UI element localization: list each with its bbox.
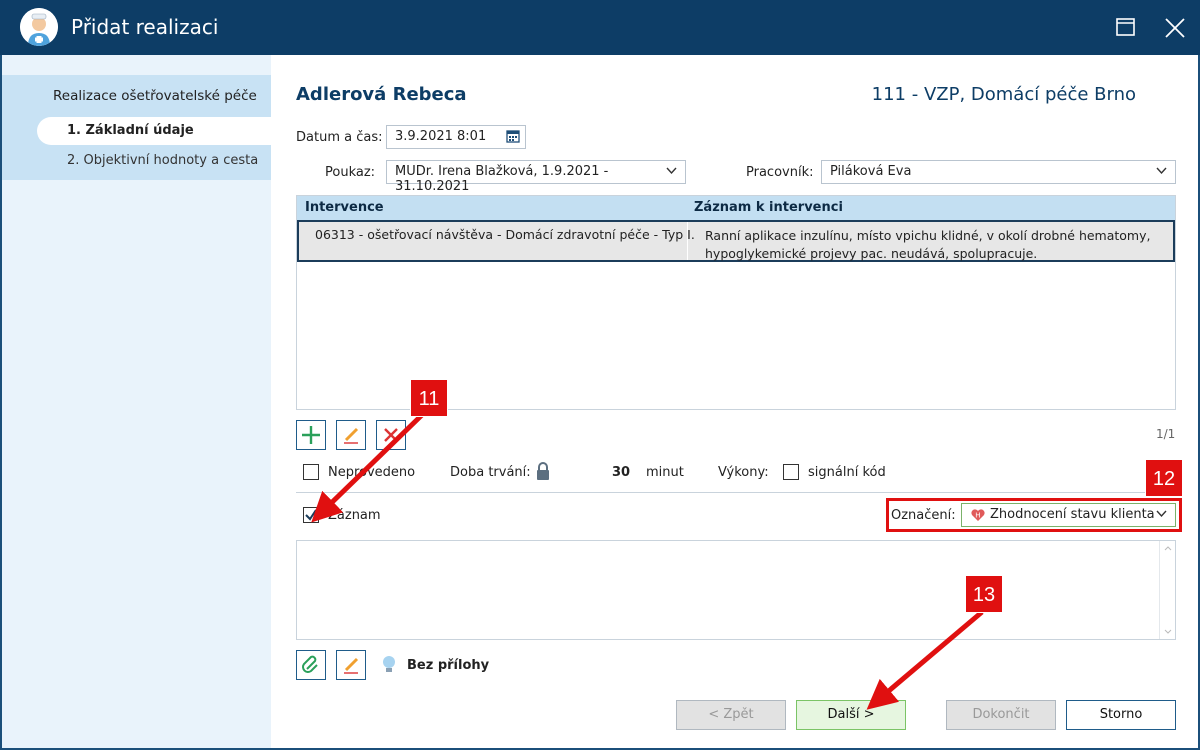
callout-11: 11: [410, 379, 448, 417]
callout-12: 12: [1145, 459, 1183, 497]
callout-13: 13: [965, 575, 1003, 613]
annotation-arrows: [311, 410, 984, 710]
arrow-11: [311, 410, 427, 523]
arrow-13: [866, 610, 984, 710]
